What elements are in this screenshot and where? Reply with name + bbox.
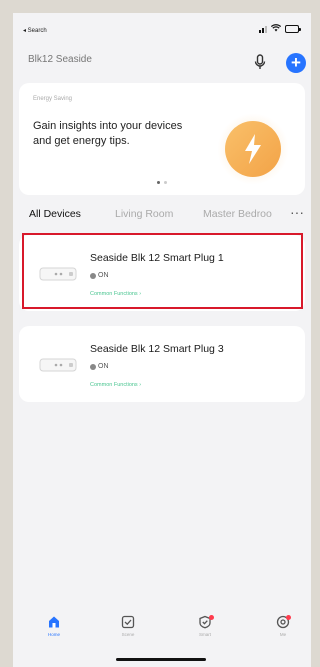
common-functions-link[interactable]: Common Functions ›	[90, 382, 141, 388]
wifi-icon	[270, 24, 282, 34]
nav-me[interactable]: Me	[263, 615, 303, 637]
carousel-dots	[157, 181, 167, 184]
status-bar: ◂ Search	[13, 13, 311, 47]
nav-smart[interactable]: Smart	[185, 615, 225, 637]
device-status: ON	[90, 363, 109, 370]
tab-all-devices[interactable]: All Devices	[29, 208, 81, 220]
smart-badge	[209, 615, 214, 620]
power-status-icon	[90, 363, 96, 370]
room-tabs: All Devices Living Room Master Bedroo ··…	[13, 204, 311, 226]
device-card[interactable]: Seaside Blk 12 Smart Plug 3 ON Common Fu…	[19, 326, 305, 402]
home-indicator[interactable]	[116, 658, 206, 661]
nav-smart-label: Smart	[198, 632, 211, 637]
energy-card-label: Energy Saving	[33, 96, 73, 102]
energy-bolt-icon	[217, 113, 289, 185]
status-icons	[259, 24, 301, 34]
energy-saving-card[interactable]: Energy Saving Gain insights into your de…	[19, 83, 305, 195]
nav-scene[interactable]: Scene	[108, 615, 148, 637]
battery-icon	[285, 25, 301, 33]
home-switcher[interactable]: Blk12 Seaside	[28, 54, 92, 65]
smart-plug-icon	[39, 356, 79, 374]
nav-scene-label: Scene	[121, 632, 135, 637]
home-icon	[49, 616, 59, 628]
phone-screen: ◂ Search Blk12 Seaside + Energy Saving G…	[13, 13, 311, 667]
scene-icon	[121, 615, 135, 629]
tab-master-bedroom[interactable]: Master Bedroo	[203, 208, 285, 220]
device-name: Seaside Blk 12 Smart Plug 3	[90, 343, 224, 355]
energy-card-message: Gain insights into your devices and get …	[33, 120, 183, 147]
add-device-button[interactable]: +	[286, 53, 306, 73]
back-to-search-link[interactable]: ◂ Search	[23, 27, 47, 34]
signal-icon	[259, 25, 267, 33]
microphone-icon[interactable]	[253, 54, 267, 70]
nav-me-label: Me	[279, 632, 287, 637]
me-badge	[286, 615, 291, 620]
tab-living-room[interactable]: Living Room	[115, 208, 173, 220]
selection-highlight	[22, 233, 303, 309]
nav-home-label: Home	[47, 632, 60, 637]
more-rooms-button[interactable]: ···	[290, 204, 304, 220]
device-status-text: ON	[98, 363, 109, 370]
nav-home[interactable]: Home	[34, 615, 74, 637]
